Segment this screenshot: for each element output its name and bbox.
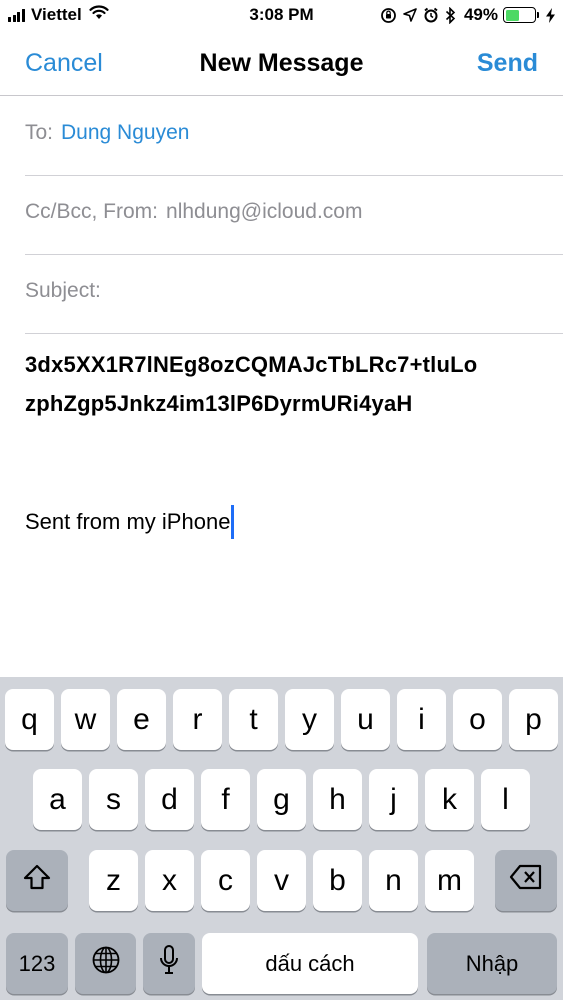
key-l[interactable]: l	[481, 769, 530, 830]
body-line: zphZgp5Jnkz4im13lP6DyrmURi4yaH	[25, 391, 413, 416]
cc-bcc-from-field[interactable]: Cc/Bcc, From: nlhdung@icloud.com	[25, 176, 563, 255]
key-f[interactable]: f	[201, 769, 250, 830]
signature-text[interactable]: Sent from my iPhone	[25, 505, 235, 539]
location-arrow-icon	[403, 8, 417, 22]
compose-screen: Viettel 3:08 PM 49% Cancel New Message S…	[0, 0, 563, 1000]
cc-bcc-from-label: Cc/Bcc, From:	[25, 200, 159, 223]
return-key[interactable]: Nhập	[427, 933, 557, 994]
key-b[interactable]: b	[313, 850, 362, 911]
key-j[interactable]: j	[369, 769, 418, 830]
numbers-key[interactable]: 123	[6, 933, 68, 994]
status-bar: Viettel 3:08 PM 49%	[0, 0, 563, 34]
key-n[interactable]: n	[369, 850, 418, 911]
key-i[interactable]: i	[397, 689, 446, 750]
send-button[interactable]: Send	[477, 49, 538, 78]
key-z[interactable]: z	[89, 850, 138, 911]
shift-key[interactable]	[6, 850, 68, 911]
body-line: 3dx5XX1R7lNEg8ozCQMAJcTbLRc7+tluLo	[25, 352, 478, 377]
key-r[interactable]: r	[173, 689, 222, 750]
delete-backward-icon	[509, 864, 543, 898]
battery-fill	[505, 9, 520, 21]
key-p[interactable]: p	[509, 689, 558, 750]
key-w[interactable]: w	[61, 689, 110, 750]
alarm-icon	[423, 7, 439, 23]
subject-field[interactable]: Subject:	[25, 255, 563, 334]
key-t[interactable]: t	[229, 689, 278, 750]
battery-icon	[503, 7, 539, 23]
battery-percentage: 49%	[463, 5, 498, 24]
status-right: 49%	[374, 5, 555, 25]
space-key[interactable]: dấu cách	[202, 933, 418, 994]
to-label: To:	[25, 121, 54, 144]
to-field[interactable]: To: Dung Nguyen	[25, 97, 563, 176]
charging-bolt-icon	[546, 7, 555, 23]
backspace-key[interactable]	[495, 850, 557, 911]
key-g[interactable]: g	[257, 769, 306, 830]
keyboard: qwertyuiop asdfghjkl zxcvbnm 123 dấu các…	[0, 677, 563, 1000]
key-q[interactable]: q	[5, 689, 54, 750]
microphone-icon	[158, 944, 180, 984]
navigation-bar: Cancel New Message Send	[0, 34, 563, 96]
cancel-button[interactable]: Cancel	[25, 49, 103, 78]
key-d[interactable]: d	[145, 769, 194, 830]
key-o[interactable]: o	[453, 689, 502, 750]
text-cursor	[231, 505, 235, 539]
key-e[interactable]: e	[117, 689, 166, 750]
key-y[interactable]: y	[285, 689, 334, 750]
key-c[interactable]: c	[201, 850, 250, 911]
key-v[interactable]: v	[257, 850, 306, 911]
key-u[interactable]: u	[341, 689, 390, 750]
orientation-lock-icon	[380, 7, 397, 24]
key-a[interactable]: a	[33, 769, 82, 830]
dictation-key[interactable]	[143, 933, 195, 994]
key-x[interactable]: x	[145, 850, 194, 911]
globe-key[interactable]	[75, 933, 136, 994]
signature-label: Sent from my iPhone	[25, 509, 231, 534]
key-k[interactable]: k	[425, 769, 474, 830]
key-h[interactable]: h	[313, 769, 362, 830]
subject-label: Subject:	[25, 279, 101, 302]
from-address[interactable]: nlhdung@icloud.com	[166, 200, 362, 224]
message-body[interactable]: 3dx5XX1R7lNEg8ozCQMAJcTbLRc7+tluLo zphZg…	[25, 345, 545, 423]
key-m[interactable]: m	[425, 850, 474, 911]
bluetooth-icon	[445, 6, 456, 24]
globe-icon	[91, 945, 121, 983]
recipient-token[interactable]: Dung Nguyen	[61, 121, 189, 145]
key-s[interactable]: s	[89, 769, 138, 830]
shift-icon	[22, 863, 52, 899]
